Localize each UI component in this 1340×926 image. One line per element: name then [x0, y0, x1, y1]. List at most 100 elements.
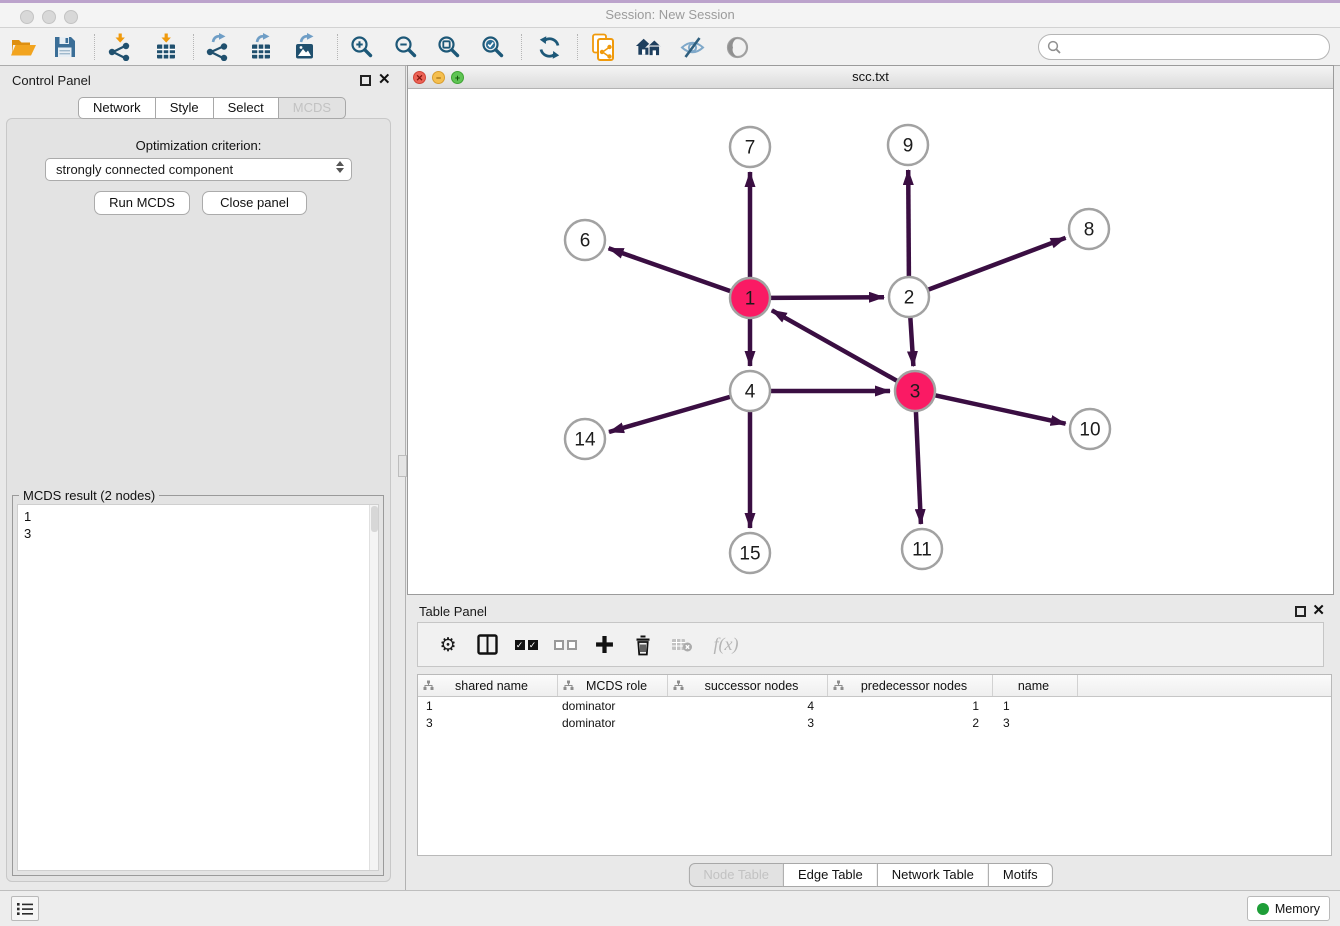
- app-title: Session: New Session: [0, 3, 1340, 27]
- column-visibility-icon[interactable]: [475, 633, 499, 657]
- edge-1-2[interactable]: [770, 297, 884, 298]
- refresh-icon[interactable]: [534, 32, 564, 62]
- column-header-name[interactable]: name: [993, 675, 1078, 696]
- zoom-window-icon[interactable]: [64, 10, 78, 24]
- criterion-value: strongly connected component: [56, 162, 233, 177]
- edge-1-6[interactable]: [609, 248, 732, 291]
- node-15[interactable]: 15: [730, 533, 770, 573]
- zoom-selected-icon[interactable]: [478, 32, 508, 62]
- eye-icon[interactable]: [722, 32, 752, 62]
- node-9[interactable]: 9: [888, 125, 928, 165]
- table-cell: dominator: [558, 714, 668, 731]
- image-export-icon[interactable]: [291, 32, 321, 62]
- tab-motifs[interactable]: Motifs: [988, 863, 1053, 887]
- deselect-all-checkboxes-icon[interactable]: [553, 633, 577, 657]
- memory-label: Memory: [1275, 902, 1320, 916]
- table-row[interactable]: 3dominator323: [418, 714, 1331, 731]
- eye-slash-icon[interactable]: [677, 32, 707, 62]
- select-all-checkboxes-icon[interactable]: ✓✓: [514, 633, 538, 657]
- network-export-icon[interactable]: [203, 32, 233, 62]
- node-7[interactable]: 7: [730, 127, 770, 167]
- list-icon: [17, 902, 33, 916]
- edge-2-9[interactable]: [908, 170, 909, 277]
- table-cell: 3: [668, 714, 828, 731]
- document-network-icon[interactable]: [589, 32, 619, 62]
- svg-text:2: 2: [904, 288, 915, 309]
- zoom-in-icon[interactable]: [347, 32, 377, 62]
- table-settings-gear-icon[interactable]: ⚙: [436, 633, 460, 657]
- close-view-icon[interactable]: ✕: [413, 71, 426, 84]
- node-4[interactable]: 4: [730, 371, 770, 411]
- tab-style[interactable]: Style: [155, 97, 214, 119]
- close-table-panel-icon[interactable]: ✕: [1312, 603, 1325, 619]
- svg-text:4: 4: [745, 382, 756, 403]
- node-2[interactable]: 2: [889, 277, 929, 317]
- edge-2-3[interactable]: [910, 317, 913, 366]
- column-header-successor-nodes[interactable]: successor nodes: [668, 675, 828, 696]
- add-column-plus-icon[interactable]: [592, 633, 616, 657]
- zoom-out-icon[interactable]: [391, 32, 421, 62]
- table-header-row: shared nameMCDS rolesuccessor nodesprede…: [418, 675, 1331, 697]
- svg-text:15: 15: [739, 544, 760, 565]
- zoom-fit-icon[interactable]: [434, 32, 464, 62]
- node-14[interactable]: 14: [565, 419, 605, 459]
- table-panel-title: Table Panel: [419, 604, 487, 619]
- criterion-select[interactable]: strongly connected component: [45, 158, 352, 181]
- node-6[interactable]: 6: [565, 220, 605, 260]
- table-import-icon[interactable]: [151, 32, 181, 62]
- result-scrollbar[interactable]: [369, 505, 378, 870]
- network-import-icon[interactable]: [105, 32, 135, 62]
- svg-text:6: 6: [580, 231, 591, 252]
- table-row[interactable]: 1dominator411: [418, 697, 1331, 714]
- tab-mcds[interactable]: MCDS: [278, 97, 346, 119]
- mcds-result-area[interactable]: 13: [17, 504, 379, 871]
- network-window-titlebar[interactable]: ✕ − + scc.txt: [408, 66, 1333, 89]
- column-header-shared-name[interactable]: shared name: [418, 675, 558, 696]
- main-toolbar: [0, 28, 1340, 66]
- node-11[interactable]: 11: [902, 529, 942, 569]
- minimize-view-icon[interactable]: −: [432, 71, 445, 84]
- edge-3-11[interactable]: [916, 411, 921, 524]
- edge-4-14[interactable]: [609, 397, 731, 432]
- mac-titlebar: Session: New Session: [0, 0, 1340, 28]
- tab-network[interactable]: Network: [78, 97, 156, 119]
- edge-2-8[interactable]: [928, 238, 1066, 290]
- delete-column-trash-icon[interactable]: [631, 633, 655, 657]
- close-panel-icon[interactable]: ✕: [378, 72, 391, 88]
- toolbar-separator: [94, 34, 95, 60]
- node-1[interactable]: 1: [730, 278, 770, 318]
- node-3[interactable]: 3: [895, 371, 935, 411]
- folder-open-icon[interactable]: [8, 32, 38, 62]
- column-header-predecessor-nodes[interactable]: predecessor nodes: [828, 675, 993, 696]
- search-box[interactable]: [1038, 34, 1330, 60]
- minimize-window-icon[interactable]: [42, 10, 56, 24]
- edge-3-1[interactable]: [772, 310, 898, 381]
- memory-button[interactable]: Memory: [1247, 896, 1330, 921]
- run-mcds-button[interactable]: Run MCDS: [94, 191, 190, 215]
- tab-network-table[interactable]: Network Table: [877, 863, 989, 887]
- node-table: shared nameMCDS rolesuccessor nodesprede…: [417, 674, 1332, 856]
- edge-3-10[interactable]: [935, 395, 1066, 424]
- maximize-view-icon[interactable]: +: [451, 71, 464, 84]
- tab-node-table[interactable]: Node Table: [688, 863, 784, 887]
- float-panel-icon[interactable]: [360, 75, 371, 86]
- close-window-icon[interactable]: [20, 10, 34, 24]
- tab-select[interactable]: Select: [213, 97, 279, 119]
- table-export-icon[interactable]: [247, 32, 277, 62]
- close-panel-button[interactable]: Close panel: [202, 191, 307, 215]
- node-8[interactable]: 8: [1069, 209, 1109, 249]
- float-table-panel-icon[interactable]: [1295, 606, 1306, 617]
- homes-icon[interactable]: [634, 32, 664, 62]
- search-input[interactable]: [1066, 37, 1329, 57]
- result-line: 1: [24, 508, 31, 525]
- tab-edge-table[interactable]: Edge Table: [783, 863, 878, 887]
- column-header-MCDS-role[interactable]: MCDS role: [558, 675, 668, 696]
- delete-table-icon: [670, 633, 694, 657]
- task-history-button[interactable]: [11, 896, 39, 921]
- splitter-handle[interactable]: [398, 455, 407, 477]
- node-10[interactable]: 10: [1070, 409, 1110, 449]
- network-graph[interactable]: 1 2 3 4 6 7 8 9 10 11 14 15: [408, 89, 1333, 595]
- svg-text:10: 10: [1079, 420, 1100, 441]
- attribute-tree-icon: [423, 680, 434, 691]
- save-icon[interactable]: [50, 32, 80, 62]
